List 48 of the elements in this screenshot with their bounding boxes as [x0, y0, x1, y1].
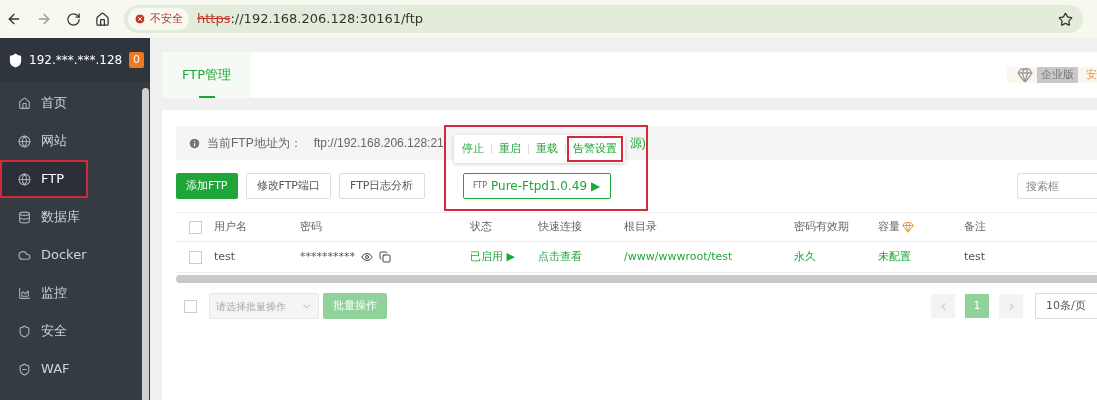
page-button[interactable]: 1 [965, 294, 989, 318]
popup-action[interactable]: 重启 [495, 138, 525, 160]
popup-action[interactable]: 停止 [458, 138, 488, 160]
page-size-select[interactable]: 10条/页 [1035, 293, 1097, 319]
root-directory-link[interactable]: /www/wwwroot/test [624, 249, 733, 263]
security-label: 不安全 [150, 10, 183, 27]
sidebar-item[interactable]: 数据库 [0, 198, 142, 236]
column-header: 备注 [964, 218, 986, 235]
quota-link[interactable]: 未配置 [878, 249, 911, 263]
edition-badge[interactable]: 企业版 [1037, 66, 1078, 84]
toolbar-button[interactable]: FTP日志分析 [339, 173, 425, 199]
column-header: 根目录 [624, 218, 657, 235]
notification-badge[interactable]: 0 [129, 52, 144, 68]
search-field[interactable]: 搜索框 [1017, 173, 1097, 199]
url-text: https://192.168.206.128:30161/ftp [197, 10, 424, 29]
batch-select[interactable]: 请选择批量操作 [209, 293, 319, 319]
quick-connect-link[interactable]: 点击查看 [538, 249, 582, 263]
service-button[interactable]: FTP Pure-Ftpd1.0.49 ▶ [462, 173, 611, 199]
sidebar-item[interactable]: FTP [0, 160, 88, 198]
expiry-link[interactable]: 永久 [794, 249, 816, 263]
ftp-address-tail: 源) [629, 135, 646, 152]
popup-action[interactable]: 告警设置 [569, 138, 621, 160]
table-cell: test [214, 249, 236, 263]
column-header: 密码 [300, 218, 322, 235]
sidebar-item[interactable]: 安全 [0, 312, 142, 350]
column-header: 用户名 [214, 218, 247, 235]
sidebar-item[interactable]: 网站 [0, 122, 142, 160]
server-address: 192.***.***.128 [29, 52, 123, 69]
toolbar-button[interactable]: 修改FTP端口 [245, 173, 331, 199]
status-link[interactable]: 已启用 ▶ [470, 249, 515, 263]
ftp-address-label: 当前FTP地址为： [207, 135, 302, 152]
batch-button[interactable]: 批量操作 [323, 293, 387, 319]
column-header: 容量 [878, 218, 900, 235]
address-bar[interactable]: 不安全 https://192.168.206.128:30161/ftp [124, 5, 1083, 33]
sidebar-item[interactable]: 首页 [0, 84, 142, 122]
column-header: 快速连接 [538, 218, 582, 235]
table-cell-text: ********** [300, 248, 355, 265]
ftp-address: ftp://192.168.206.128:21 [313, 135, 444, 152]
sidebar-item[interactable]: Docker [0, 236, 142, 274]
edition-link[interactable]: 安 [1082, 66, 1097, 84]
table-cell: test [964, 249, 986, 263]
toolbar-button[interactable]: 添加FTP [176, 173, 238, 199]
sidebar-item[interactable]: WAF [0, 350, 142, 388]
column-header: 密码有效期 [794, 218, 849, 235]
popup-action[interactable]: 重载 [532, 138, 562, 160]
column-header: 状态 [470, 218, 492, 235]
sidebar-item[interactable]: 监控 [0, 274, 142, 312]
tab[interactable]: FTP管理 [162, 52, 252, 98]
